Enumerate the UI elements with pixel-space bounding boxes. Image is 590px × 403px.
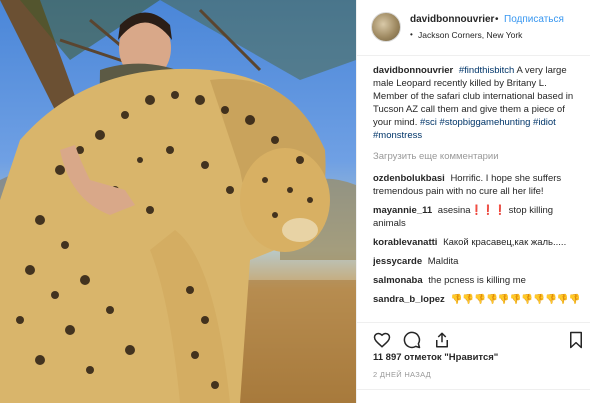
follow-button[interactable]: Подписаться	[504, 14, 564, 25]
hashtag-link[interactable]: #stopbiggamehunting	[440, 117, 531, 128]
location-link[interactable]: Jackson Corners, New York	[418, 30, 522, 40]
add-comment-bar[interactable]	[357, 389, 590, 403]
hashtag-link[interactable]: #monstress	[373, 130, 422, 141]
comment-username[interactable]: jessycarde	[373, 256, 422, 267]
comment-item: jessycarde Maldita	[373, 255, 583, 268]
likes-count[interactable]: 11 897 отметок "Нравится"	[373, 352, 498, 363]
bookmark-icon[interactable]	[567, 331, 585, 349]
comment-item: korablevanatti Какой красавец,как жаль..…	[373, 236, 583, 249]
leopard-photo-illustration	[0, 0, 356, 403]
post-caption: davidbonnouvrier #findthisbitch A very l…	[373, 64, 583, 142]
comment-username[interactable]: ozdenbolukbasi	[373, 173, 445, 184]
header-username[interactable]: davidbonnouvrier	[410, 14, 494, 25]
post-photo[interactable]	[0, 0, 356, 403]
comment-text: Maldita	[427, 256, 459, 267]
hashtag-link[interactable]: #idiot	[533, 117, 556, 128]
comment-item: ozdenbolukbasi Horrific. I hope she suff…	[373, 172, 583, 198]
caption-username[interactable]: davidbonnouvrier	[373, 65, 453, 76]
comment-item: mayannie_11 asesina❗❗❗ stop killing anim…	[373, 204, 583, 230]
heart-icon[interactable]	[373, 331, 391, 349]
comment-item: salmonaba the pcness is killing me	[373, 274, 583, 287]
post-timestamp[interactable]: 2 ДНЕЙ НАЗАД	[373, 370, 431, 379]
comment-username[interactable]: korablevanatti	[373, 237, 437, 248]
hashtag-link[interactable]: #sci	[420, 117, 437, 128]
comment-icon[interactable]	[403, 331, 421, 349]
comment-text: Какой красавец,как жаль.....	[443, 237, 567, 248]
hashtag-link[interactable]: #findthisbitch	[459, 65, 514, 76]
post-header: davidbonnouvrier • Подписаться • Jackson…	[357, 0, 590, 56]
comments-list[interactable]: davidbonnouvrier #findthisbitch A very l…	[373, 64, 583, 320]
comment-username[interactable]: sandra_b_lopez	[373, 294, 445, 305]
comment-username[interactable]: mayannie_11	[373, 205, 432, 216]
comment-item: sandra_b_lopez 👎👎👎👎👎👎👎👎👎👎👎	[373, 293, 583, 306]
load-more-comments-button[interactable]: Загрузить еще комментарии	[373, 150, 583, 163]
location-dot: •	[410, 30, 413, 39]
separator-dot: •	[495, 14, 499, 25]
avatar[interactable]	[371, 12, 401, 42]
comment-username[interactable]: salmonaba	[373, 275, 423, 286]
post-actions-bar	[357, 322, 590, 354]
comment-text: the pcness is killing me	[428, 275, 526, 286]
share-icon[interactable]	[433, 331, 451, 349]
comment-text: 👎👎👎👎👎👎👎👎👎👎👎	[450, 294, 581, 305]
post-side-panel: davidbonnouvrier • Подписаться • Jackson…	[356, 0, 590, 403]
